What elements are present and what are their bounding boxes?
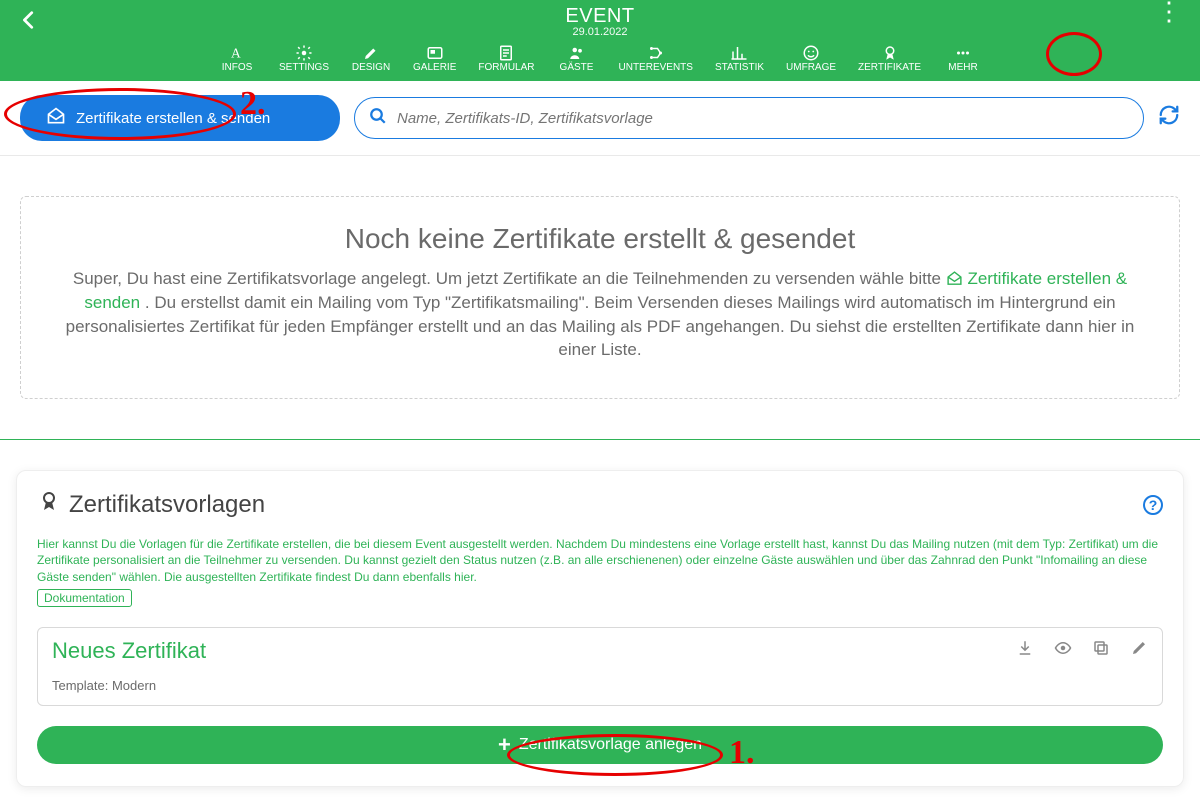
- documentation-link[interactable]: Dokumentation: [37, 589, 132, 607]
- create-send-button[interactable]: Zertifikate erstellen & senden: [20, 95, 340, 141]
- gear-icon: [279, 44, 329, 62]
- tab-galerie[interactable]: GALERIE: [409, 42, 460, 75]
- tab-label: GÄSTE: [557, 62, 597, 73]
- empty-text-pre: Super, Du hast eine Zertifikatsvorlage a…: [73, 269, 946, 288]
- brush-icon: [351, 44, 391, 62]
- tab-label: SETTINGS: [279, 62, 329, 73]
- template-row: Neues Zertifikat Template: Modern: [37, 627, 1163, 706]
- tab-label: INFOS: [217, 62, 257, 73]
- header-tabs: A INFOS SETTINGS DESIGN GALERIE FORMULAR…: [14, 40, 1186, 81]
- add-template-label: Zertifikatsvorlage anlegen: [519, 736, 702, 754]
- text-icon: A: [217, 44, 257, 62]
- search-field[interactable]: [354, 97, 1144, 139]
- tab-design[interactable]: DESIGN: [347, 42, 395, 75]
- template-row-actions: [1016, 639, 1148, 662]
- event-date: 29.01.2022: [565, 27, 634, 39]
- empty-text-post: . Du erstellst damit ein Mailing vom Typ…: [66, 293, 1135, 360]
- templates-panel: Zertifikatsvorlagen ? Hier kannst Du die…: [16, 470, 1184, 787]
- template-subtitle: Template: Modern: [52, 678, 1148, 693]
- guests-icon: [557, 44, 597, 62]
- medal-icon: [37, 489, 61, 520]
- tab-gaeste[interactable]: GÄSTE: [553, 42, 601, 75]
- tab-formular[interactable]: FORMULAR: [474, 42, 538, 75]
- tab-label: UMFRAGE: [786, 62, 836, 73]
- action-bar: Zertifikate erstellen & senden 2.: [0, 81, 1200, 156]
- tab-statistik[interactable]: STATISTIK: [711, 42, 768, 75]
- empty-heading: Noch keine Zertifikate erstellt & gesend…: [49, 223, 1151, 255]
- app-header: EVENT 29.01.2022 ⋮ A INFOS SETTINGS DESI…: [0, 0, 1200, 81]
- form-icon: [478, 44, 534, 62]
- tab-settings[interactable]: SETTINGS: [275, 42, 333, 75]
- empty-text: Super, Du hast eine Zertifikatsvorlage a…: [49, 267, 1151, 362]
- help-button[interactable]: ?: [1143, 495, 1163, 515]
- tab-infos[interactable]: A INFOS: [213, 42, 261, 75]
- panel-title-text: Zertifikatsvorlagen: [69, 491, 265, 519]
- subevents-icon: [619, 44, 693, 62]
- tab-label: MEHR: [943, 62, 983, 73]
- tab-label: DESIGN: [351, 62, 391, 73]
- medal-icon: [858, 44, 921, 62]
- tab-mehr[interactable]: MEHR: [939, 42, 987, 75]
- add-template-button[interactable]: + Zertifikatsvorlage anlegen: [37, 726, 1163, 764]
- chart-icon: [715, 44, 764, 62]
- tab-unterevents[interactable]: UNTEREVENTS: [615, 42, 697, 75]
- gallery-icon: [413, 44, 456, 62]
- search-input[interactable]: [395, 109, 1129, 128]
- create-send-label: Zertifikate erstellen & senden: [76, 110, 270, 127]
- tab-label: FORMULAR: [478, 62, 534, 73]
- panel-description: Hier kannst Du die Vorlagen für die Zert…: [37, 536, 1163, 585]
- panel-title: Zertifikatsvorlagen: [37, 489, 265, 520]
- search-icon: [369, 107, 387, 130]
- event-title: EVENT: [565, 6, 634, 27]
- more-icon: [943, 44, 983, 62]
- tab-umfrage[interactable]: UMFRAGE: [782, 42, 840, 75]
- back-button[interactable]: [18, 8, 40, 36]
- tab-label: UNTEREVENTS: [619, 62, 693, 73]
- envelope-open-icon: [46, 106, 66, 130]
- tab-label: GALERIE: [413, 62, 456, 73]
- section-divider: [0, 439, 1200, 440]
- tab-label: STATISTIK: [715, 62, 764, 73]
- tab-zertifikate[interactable]: ZERTIFIKATE: [854, 42, 925, 75]
- smile-icon: [786, 44, 836, 62]
- download-icon[interactable]: [1016, 639, 1034, 662]
- kebab-menu[interactable]: ⋮: [1156, 6, 1182, 16]
- svg-text:A: A: [231, 46, 241, 61]
- preview-icon[interactable]: [1054, 639, 1072, 662]
- template-name[interactable]: Neues Zertifikat: [52, 638, 206, 664]
- refresh-button[interactable]: [1158, 104, 1180, 132]
- edit-icon[interactable]: [1130, 639, 1148, 662]
- page-title: EVENT 29.01.2022: [565, 6, 634, 39]
- empty-state-card: Noch keine Zertifikate erstellt & gesend…: [20, 196, 1180, 399]
- copy-icon[interactable]: [1092, 639, 1110, 662]
- tab-label: ZERTIFIKATE: [858, 62, 921, 73]
